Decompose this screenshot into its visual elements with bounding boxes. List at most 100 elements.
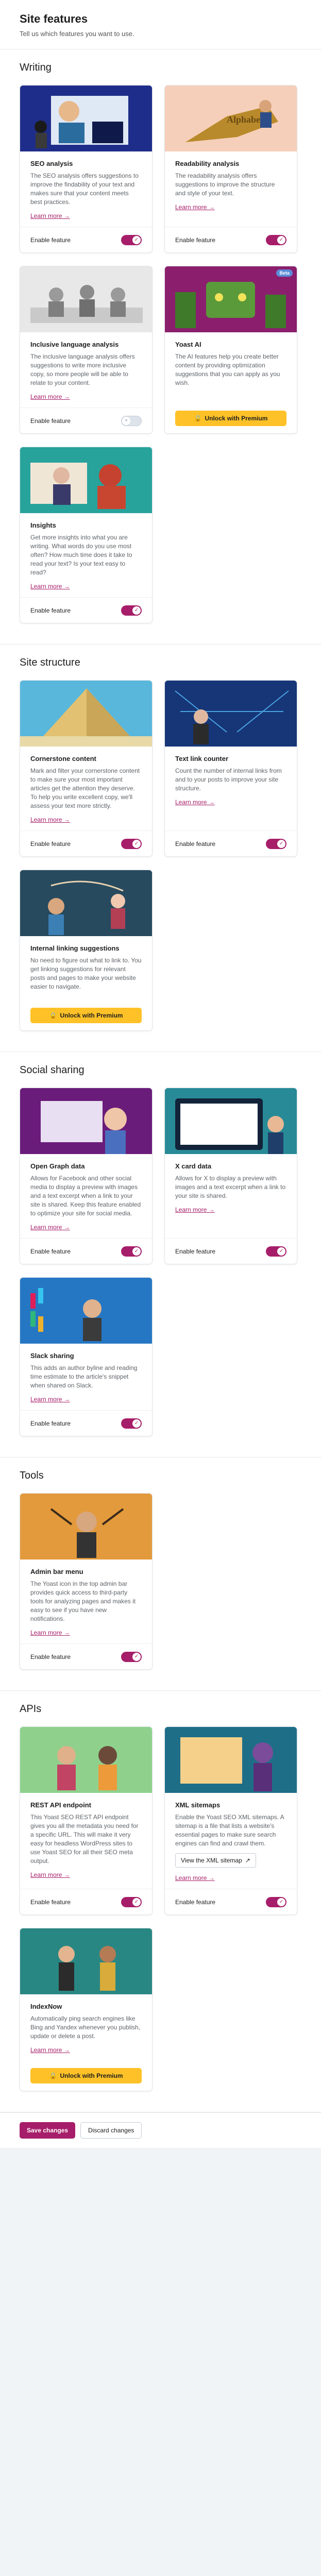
card-description: The Yoast icon in the top admin bar prov… bbox=[30, 1580, 136, 1622]
learn-more-link[interactable]: Learn more → bbox=[175, 1206, 215, 1213]
unlock-premium-button[interactable]: 🔒 Unlock with Premium bbox=[30, 1008, 142, 1023]
page-subtitle: Tell us which features you want to use. bbox=[20, 30, 134, 38]
section-social-sharing: Social sharing Open Graph data Allows fo… bbox=[0, 1052, 321, 1458]
feature-card-open-graph-data: Open Graph data Allows for Facebook and … bbox=[20, 1088, 153, 1264]
card-description: Count the number of internal links from … bbox=[175, 767, 282, 792]
card-title: Text link counter bbox=[175, 755, 229, 762]
card-title: Cornerstone content bbox=[30, 755, 96, 762]
section-title: Social sharing bbox=[20, 1064, 85, 1076]
feature-card-inclusive-language-analysis: Inclusive language analysis The inclusiv… bbox=[20, 266, 153, 434]
enable-feature-label: Enable feature bbox=[175, 840, 216, 848]
card-description: This adds an author byline and reading t… bbox=[30, 1364, 138, 1389]
card-title: SEO analysis bbox=[30, 160, 73, 167]
section-title: Site structure bbox=[20, 657, 80, 668]
check-icon: ✓ bbox=[132, 1897, 141, 1906]
card-description: This Yoast SEO REST API endpoint gives y… bbox=[30, 1814, 139, 1865]
card-title: XML sitemaps bbox=[175, 1801, 221, 1809]
card-footer: Enable feature ✓ bbox=[165, 1889, 297, 1914]
learn-more-link[interactable]: Learn more → bbox=[30, 1871, 70, 1878]
learn-more-link[interactable]: Learn more → bbox=[175, 1874, 215, 1882]
learn-more-link[interactable]: Learn more → bbox=[30, 816, 70, 823]
enable-toggle[interactable]: ✓ bbox=[266, 234, 286, 245]
unlock-premium-button[interactable]: 🔒 Unlock with Premium bbox=[175, 411, 286, 426]
enable-toggle[interactable]: ✓ bbox=[266, 1896, 286, 1907]
learn-more-link[interactable]: Learn more → bbox=[30, 1629, 70, 1636]
learn-more-link[interactable]: Learn more → bbox=[30, 1224, 70, 1231]
enable-toggle[interactable]: ✓ bbox=[121, 1896, 142, 1907]
feature-card-readability-analysis: Alphabet Readability analysis The readab… bbox=[164, 85, 297, 253]
learn-more-link[interactable]: Learn more → bbox=[30, 583, 70, 590]
card-description: The readability analysis offers suggesti… bbox=[175, 172, 275, 197]
enable-feature-label: Enable feature bbox=[30, 236, 71, 244]
enable-feature-label: Enable feature bbox=[30, 1247, 71, 1255]
check-icon: ✓ bbox=[277, 839, 285, 848]
card-footer: Enable feature ✓ bbox=[20, 1643, 152, 1669]
lock-icon: 🔒 bbox=[49, 2072, 57, 2079]
card-title: Inclusive language analysis bbox=[30, 341, 119, 348]
learn-more-link[interactable]: Learn more → bbox=[175, 799, 215, 806]
card-title: Insights bbox=[30, 521, 56, 529]
section-title: Tools bbox=[20, 1470, 44, 1481]
indexnow-illustration bbox=[20, 1928, 152, 1994]
unlock-label: Unlock with Premium bbox=[60, 1012, 123, 1019]
feature-card-text-link-counter: Text link counter Count the number of in… bbox=[164, 680, 297, 857]
card-title: Internal linking suggestions bbox=[30, 944, 120, 952]
card-title: Yoast AI bbox=[175, 341, 201, 348]
save-bar: Save changes Discard changes bbox=[0, 2112, 321, 2148]
enable-toggle[interactable]: × bbox=[121, 415, 142, 426]
card-description: The SEO analysis offers suggestions to i… bbox=[30, 172, 139, 206]
view-xml-sitemap-button[interactable]: View the XML sitemap ↗ bbox=[175, 1853, 256, 1868]
section-tools: Tools Admin bar menu The Yoast icon in t… bbox=[0, 1458, 321, 1691]
card-description: No need to figure out what to link to. Y… bbox=[30, 957, 142, 990]
enable-toggle[interactable]: ✓ bbox=[266, 1246, 286, 1257]
check-icon: ✓ bbox=[132, 1652, 141, 1661]
enable-toggle[interactable]: ✓ bbox=[121, 234, 142, 245]
insights-illustration bbox=[20, 447, 152, 513]
text-link-counter-illustration bbox=[165, 681, 297, 747]
learn-more-link[interactable]: Learn more → bbox=[175, 204, 215, 211]
site-features-page: Site features Tell us which features you… bbox=[0, 0, 321, 2148]
enable-toggle[interactable]: ✓ bbox=[121, 605, 142, 616]
enable-feature-label: Enable feature bbox=[30, 1898, 71, 1906]
check-icon: ✓ bbox=[277, 235, 285, 244]
card-description: Automatically ping search engines like B… bbox=[30, 2015, 141, 2040]
feature-card-indexnow: IndexNow Automatically ping search engin… bbox=[20, 1928, 153, 2091]
enable-toggle[interactable]: ✓ bbox=[121, 1246, 142, 1257]
save-changes-button[interactable]: Save changes bbox=[20, 2122, 76, 2139]
enable-toggle[interactable]: ✓ bbox=[266, 838, 286, 849]
learn-more-link[interactable]: Learn more → bbox=[30, 393, 70, 400]
enable-feature-label: Enable feature bbox=[175, 236, 216, 244]
inclusive-language-illustration bbox=[20, 266, 152, 332]
xml-sitemaps-illustration bbox=[165, 1727, 297, 1793]
card-description: Enable the Yoast SEO XML sitemaps. A sit… bbox=[175, 1814, 284, 1847]
feature-card-cornerstone-content: Cornerstone content Mark and filter your… bbox=[20, 680, 153, 857]
learn-more-link[interactable]: Learn more → bbox=[30, 2046, 70, 2054]
card-title: Admin bar menu bbox=[30, 1568, 83, 1575]
card-footer: Enable feature × bbox=[20, 408, 152, 433]
admin-bar-illustration bbox=[20, 1494, 152, 1560]
learn-more-link[interactable]: Learn more → bbox=[30, 212, 70, 219]
unlock-premium-button[interactable]: 🔒 Unlock with Premium bbox=[30, 2068, 142, 2083]
feature-card-yoast-ai: Beta Yoast AI The AI features help you c… bbox=[164, 266, 297, 434]
learn-more-link[interactable]: Learn more → bbox=[30, 1396, 70, 1403]
discard-changes-button[interactable]: Discard changes bbox=[80, 2122, 142, 2139]
card-footer: Enable feature ✓ bbox=[20, 831, 152, 856]
card-title: Readability analysis bbox=[175, 160, 240, 167]
check-icon: ✓ bbox=[132, 1247, 141, 1256]
lock-icon: 🔒 bbox=[194, 415, 202, 422]
feature-card-insights: Insights Get more insights into what you… bbox=[20, 447, 153, 623]
enable-toggle[interactable]: ✓ bbox=[121, 1651, 142, 1662]
enable-toggle[interactable]: ✓ bbox=[121, 838, 142, 849]
check-icon: ✓ bbox=[277, 1897, 285, 1906]
svg-text:Alphabet: Alphabet bbox=[227, 114, 263, 125]
enable-feature-label: Enable feature bbox=[175, 1898, 216, 1906]
card-title: X card data bbox=[175, 1162, 212, 1170]
check-icon: ✓ bbox=[132, 606, 141, 615]
card-footer: Enable feature ✓ bbox=[165, 1238, 297, 1264]
enable-feature-label: Enable feature bbox=[175, 1247, 216, 1255]
section-apis: APIs REST API endpoint This Yoast SEO RE… bbox=[0, 1691, 321, 2112]
cornerstone-illustration bbox=[20, 681, 152, 747]
card-footer: Enable feature ✓ bbox=[165, 227, 297, 252]
enable-toggle[interactable]: ✓ bbox=[121, 1418, 142, 1429]
enable-feature-label: Enable feature bbox=[30, 1653, 71, 1660]
